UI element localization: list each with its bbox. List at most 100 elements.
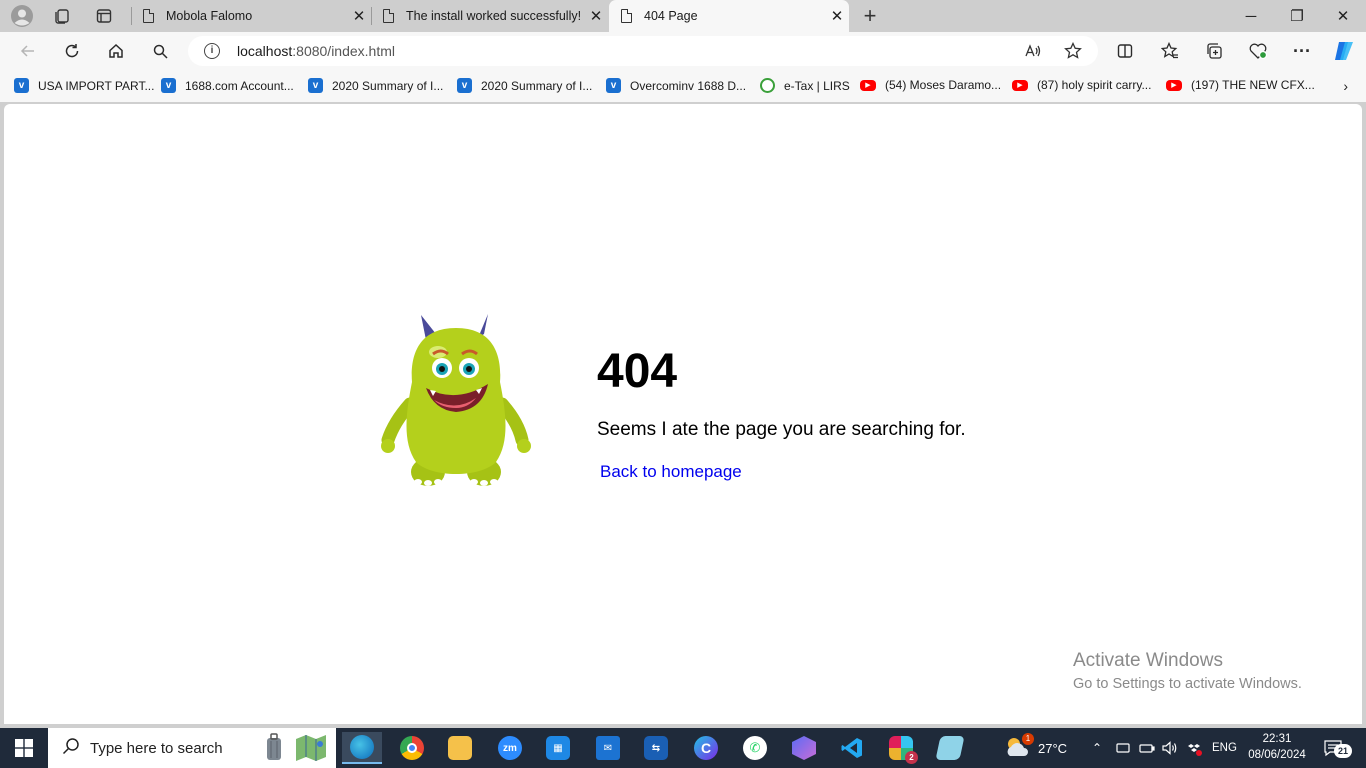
taskbar-vscode[interactable] bbox=[832, 732, 872, 764]
tab-actions-icon[interactable] bbox=[91, 4, 117, 28]
vimeo-icon: v bbox=[161, 78, 176, 93]
bookmark-2020-summary-2[interactable]: v 2020 Summary of I... bbox=[457, 78, 592, 93]
mail-icon: ✉ bbox=[596, 736, 620, 760]
slack-badge: 2 bbox=[905, 751, 918, 764]
tab-title: The install worked successfully! C bbox=[406, 9, 584, 23]
page-icon bbox=[621, 8, 633, 23]
error-message: Seems I ate the page you are searching f… bbox=[597, 419, 966, 440]
notification-count: 21 bbox=[1334, 744, 1352, 758]
address-bar[interactable]: i localhost:8080/index.html bbox=[188, 36, 1098, 66]
bookmark-2020-summary-1[interactable]: v 2020 Summary of I... bbox=[308, 78, 443, 93]
url-path: :8080/index.html bbox=[292, 43, 395, 59]
bookmark-1688-account[interactable]: v 1688.com Account... bbox=[161, 78, 294, 93]
bookmark-holy-spirit[interactable]: ▶ (87) holy spirit carry... bbox=[1012, 78, 1151, 92]
taskbar-edge[interactable] bbox=[342, 732, 382, 764]
taskbar-remote[interactable]: ⇆ bbox=[636, 732, 676, 764]
edge-icon bbox=[350, 735, 374, 759]
windows-start-icon[interactable] bbox=[0, 728, 48, 768]
collections-icon[interactable] bbox=[1199, 37, 1229, 65]
url-text[interactable]: localhost:8080/index.html bbox=[237, 43, 395, 59]
back-button[interactable] bbox=[13, 37, 43, 65]
browser-essentials-icon[interactable] bbox=[1243, 37, 1273, 65]
site-info-icon[interactable]: i bbox=[204, 43, 220, 59]
favorite-star-icon[interactable] bbox=[1060, 40, 1086, 62]
bookmark-label: Overcominv 1688 D... bbox=[630, 78, 747, 93]
vimeo-icon: v bbox=[308, 78, 323, 93]
lirs-icon bbox=[760, 78, 775, 93]
network-disconnected-icon[interactable] bbox=[1186, 728, 1202, 768]
tab-close-button[interactable]: ✕ bbox=[825, 7, 849, 25]
taskbar-store[interactable]: ▦ bbox=[538, 732, 578, 764]
favorites-icon[interactable] bbox=[1155, 37, 1185, 65]
activate-windows-watermark: Activate Windows Go to Settings to activ… bbox=[1073, 650, 1302, 692]
language-indicator[interactable]: ENG bbox=[1212, 728, 1237, 768]
bookmark-etax-lirs[interactable]: e-Tax | LIRS bbox=[760, 78, 850, 93]
back-to-homepage-link[interactable]: Back to homepage bbox=[600, 462, 742, 482]
zoom-icon: zm bbox=[498, 736, 522, 760]
map-icon bbox=[294, 733, 328, 768]
search-placeholder: Type here to search bbox=[90, 739, 223, 757]
new-tab-button[interactable]: + bbox=[857, 3, 883, 28]
youtube-icon: ▶ bbox=[1166, 79, 1182, 91]
taskbar-whatsapp[interactable]: ✆ bbox=[735, 732, 775, 764]
page-icon bbox=[383, 8, 395, 23]
battery-icon[interactable] bbox=[1139, 728, 1155, 768]
volume-icon[interactable] bbox=[1162, 728, 1178, 768]
bookmark-label: 2020 Summary of I... bbox=[332, 78, 444, 93]
url-host: localhost bbox=[237, 43, 293, 59]
vimeo-icon: v bbox=[14, 78, 29, 93]
bookmark-label: 1688.com Account... bbox=[185, 78, 294, 93]
tab-install-worked[interactable]: The install worked successfully! C ✕ bbox=[371, 0, 608, 32]
clock-time: 22:31 bbox=[1262, 733, 1292, 745]
tab-404-page[interactable]: 404 Page ✕ bbox=[609, 0, 849, 32]
tab-close-button[interactable]: ✕ bbox=[347, 7, 371, 25]
home-button[interactable] bbox=[101, 37, 131, 65]
bookmark-label: (197) THE NEW CFX... bbox=[1191, 78, 1315, 92]
notification-center-icon[interactable]: 21 bbox=[1318, 736, 1358, 760]
notes-icon bbox=[935, 736, 965, 760]
page-icon bbox=[143, 8, 155, 23]
minimize-button[interactable]: ─ bbox=[1228, 0, 1274, 32]
monster-illustration bbox=[381, 314, 531, 486]
browser-toolbar: i localhost:8080/index.html ··· bbox=[0, 32, 1366, 70]
chrome-icon bbox=[400, 736, 424, 760]
remote-desktop-icon: ⇆ bbox=[644, 736, 668, 760]
taskbar-notes[interactable] bbox=[930, 732, 970, 764]
chevron-up-icon[interactable]: ⌃ bbox=[1092, 728, 1102, 768]
search-icon[interactable] bbox=[145, 37, 175, 65]
youtube-icon: ▶ bbox=[860, 79, 876, 91]
weather-widget[interactable]: 1 27°C bbox=[1004, 728, 1067, 768]
system-clock[interactable]: 22:31 08/06/2024 bbox=[1246, 731, 1308, 763]
close-window-button[interactable]: ✕ bbox=[1320, 0, 1366, 32]
taskbar-zoom[interactable]: zm bbox=[490, 732, 530, 764]
bookmark-label: 2020 Summary of I... bbox=[481, 78, 593, 93]
chevron-right-icon[interactable]: › bbox=[1343, 78, 1348, 94]
copilot-icon[interactable] bbox=[1329, 37, 1359, 65]
tab-title: Mobola Falomo bbox=[166, 9, 253, 23]
bookmark-new-cfx[interactable]: ▶ (197) THE NEW CFX... bbox=[1166, 78, 1315, 92]
watermark-subtitle: Go to Settings to activate Windows. bbox=[1073, 676, 1302, 692]
meet-now-icon[interactable] bbox=[1116, 728, 1130, 768]
bookmark-usa-import[interactable]: v USA IMPORT PART... bbox=[14, 78, 154, 93]
taskbar-mail[interactable]: ✉ bbox=[588, 732, 628, 764]
vimeo-icon: v bbox=[457, 78, 472, 93]
tab-close-button[interactable]: ✕ bbox=[584, 7, 608, 25]
settings-menu-button[interactable]: ··· bbox=[1287, 37, 1317, 65]
bookmark-overcominv[interactable]: v Overcominv 1688 D... bbox=[606, 78, 746, 93]
taskbar-file-explorer[interactable] bbox=[440, 732, 480, 764]
split-screen-icon[interactable] bbox=[1110, 37, 1140, 65]
read-aloud-icon[interactable] bbox=[1020, 40, 1046, 62]
bookmark-moses-daramola[interactable]: ▶ (54) Moses Daramo... bbox=[860, 78, 1001, 92]
restore-button[interactable]: ❐ bbox=[1274, 0, 1320, 32]
tab-mobola-falomo[interactable]: Mobola Falomo ✕ bbox=[131, 0, 371, 32]
taskbar-chrome[interactable] bbox=[392, 732, 432, 764]
taskbar-copilot[interactable] bbox=[784, 732, 824, 764]
luggage-icon bbox=[262, 732, 286, 768]
taskbar-search[interactable]: Type here to search bbox=[48, 728, 336, 768]
vimeo-icon: v bbox=[606, 78, 621, 93]
taskbar-canva[interactable]: C bbox=[686, 732, 726, 764]
workspaces-icon[interactable] bbox=[49, 4, 75, 28]
taskbar-slack[interactable]: 2 bbox=[881, 732, 921, 764]
refresh-button[interactable] bbox=[57, 37, 87, 65]
profile-icon[interactable] bbox=[9, 4, 35, 28]
